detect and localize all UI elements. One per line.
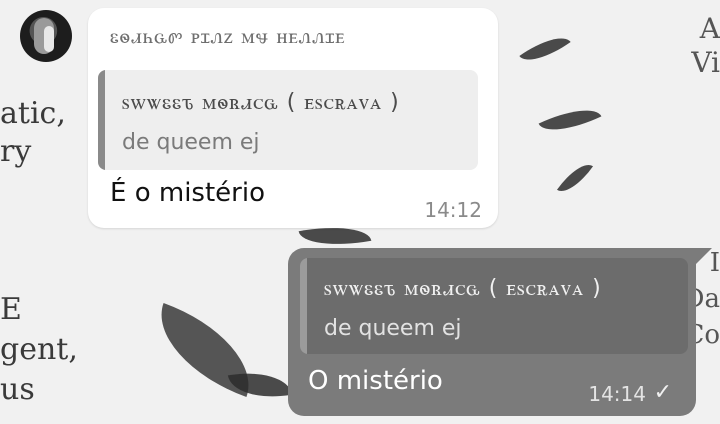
message-time: 14:12 [424,198,482,222]
wallpaper-leaf [538,98,602,142]
message-text: É o mistério [110,178,265,208]
quoted-author: ꮪꮃꮤꮛꮛꮦ ꮇꮻꮢꮧꮯꮹ ( ꭼꮪꮯꭱꭺꮩꭺ ) [324,276,602,301]
message-time: 14:14 [588,382,646,406]
wallpaper-text: atic, ry [0,96,66,169]
wallpaper-text: A Vi [691,12,720,79]
bubble-tail [696,248,712,264]
quoted-author: ꮪꮃꮤꮛꮛꮦ ꮇꮻꮢꮧꮯꮹ ( ꭼꮪꮯꭱꭺꮩꭺ ) [122,90,400,115]
quoted-text: de queem ej [324,316,462,341]
wallpaper-text: E gent, us [0,292,78,407]
outgoing-message-bubble[interactable]: ꮪꮃꮤꮛꮛꮦ ꮇꮻꮢꮧꮯꮹ ( ꭼꮪꮯꭱꭺꮩꭺ ) de queem ej O … [288,248,696,416]
check-icon: ✓ [653,380,672,405]
quote-accent-bar [98,70,105,170]
wallpaper-leaf [519,27,571,71]
quoted-reply[interactable]: ꮪꮃꮤꮛꮛꮦ ꮇꮻꮢꮧꮯꮹ ( ꭼꮪꮯꭱꭺꮩꭺ ) de queem ej [98,70,478,170]
sender-avatar[interactable] [20,10,72,62]
avatar-figure-highlight [44,26,54,52]
quote-accent-bar [300,258,307,354]
wallpaper-leaf [556,157,594,199]
message-text: O mistério [308,366,443,396]
quoted-reply[interactable]: ꮪꮃꮤꮛꮛꮦ ꮇꮻꮢꮧꮯꮹ ( ꭼꮪꮯꭱꭺꮩꭺ ) de queem ej [300,258,688,354]
incoming-message-bubble[interactable]: ꮛꮻꮧꮒꮹꮫ ꮲꮖꮑꮓ ꮇꮰ ꮋꭼꮑꮑꮖꭼ ꮪꮃꮤꮛꮛꮦ ꮇꮻꮢꮧꮯꮹ ( ꭼꮪ… [88,8,498,228]
quoted-text: de queem ej [122,130,260,155]
sender-name[interactable]: ꮛꮻꮧꮒꮹꮫ ꮲꮖꮑꮓ ꮇꮰ ꮋꭼꮑꮑꮖꭼ [110,24,345,49]
